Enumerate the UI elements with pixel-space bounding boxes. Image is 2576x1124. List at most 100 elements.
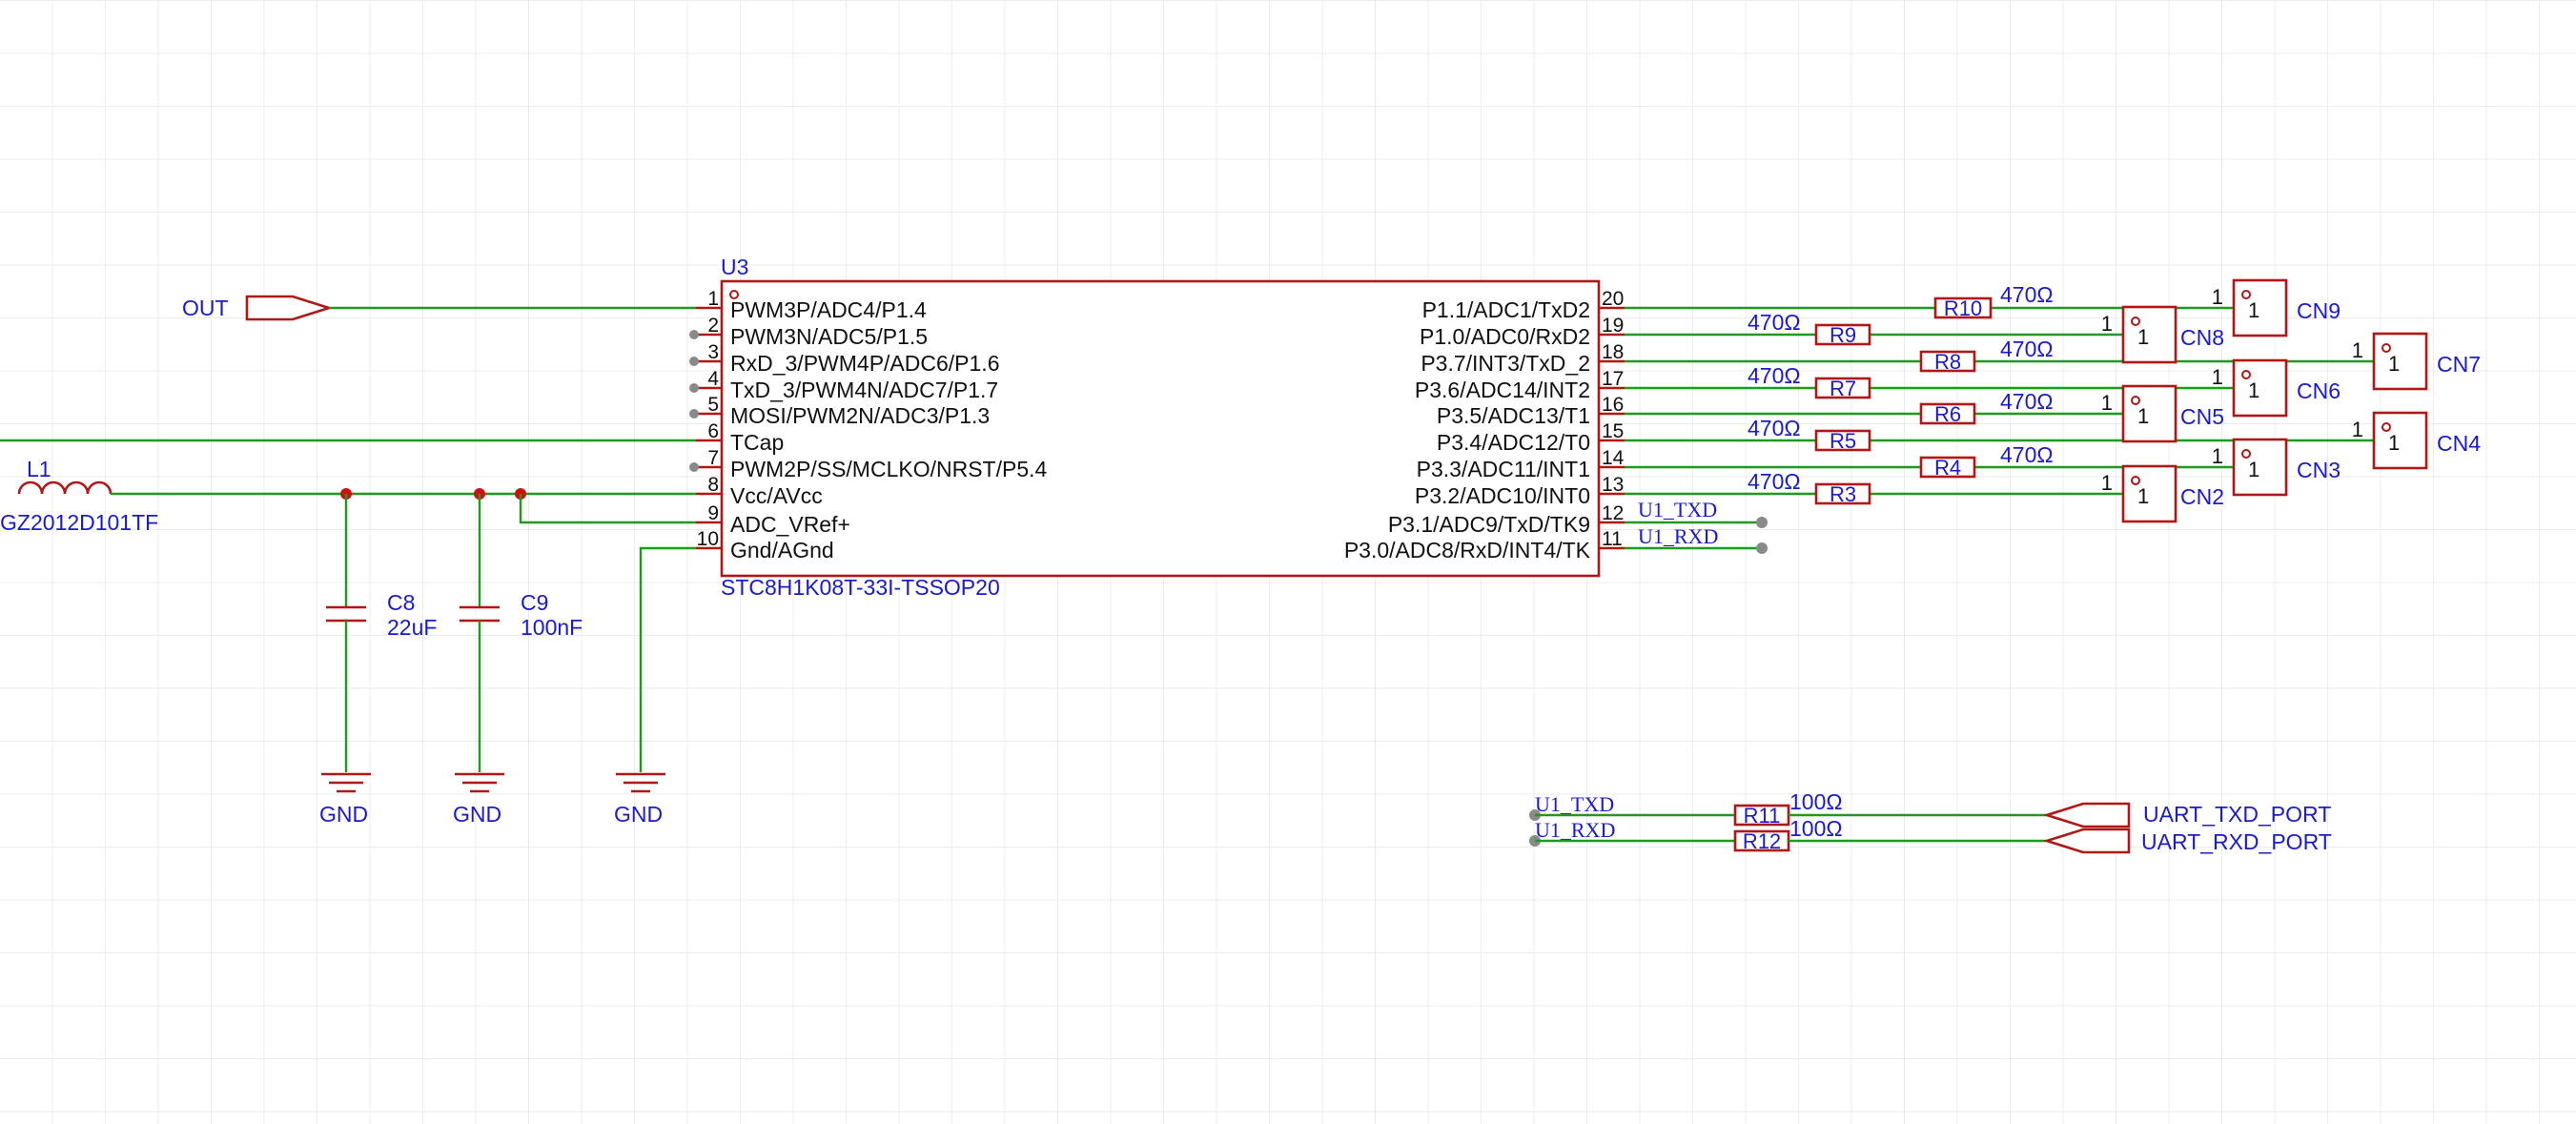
pin-number: 2 [707, 315, 719, 337]
ic-u3[interactable]: U3 STC8H1K08T-33I-TSSOP20 1 PWM3P/ADC4/P… [689, 255, 1625, 600]
connector-body [2232, 358, 2288, 418]
out-port-label: OUT [182, 296, 229, 320]
pin-number: 16 [1602, 394, 1624, 416]
schematic-canvas: OUT L1 GZ2012D101TF C8 22uF C9 100nF GND [0, 0, 2576, 1124]
net-label-rxd: U1_RXD [1535, 818, 1615, 842]
schematic-drawing: OUT L1 GZ2012D101TF C8 22uF C9 100nF GND [0, 255, 2481, 854]
pin-name: PWM3P/ADC4/P1.4 [730, 297, 927, 322]
ic-part: STC8H1K08T-33I-TSSOP20 [721, 575, 1000, 600]
pin-number: 11 [1602, 528, 1623, 550]
resistor-value: 470Ω [2000, 337, 2054, 361]
net-label-txd: U1_TXD [1535, 792, 1614, 816]
connector-pin-label: 1 [2248, 458, 2259, 481]
resistor-value: 470Ω [1748, 310, 1801, 335]
pin-number: 18 [1602, 341, 1624, 363]
no-connect-marker [689, 462, 699, 472]
resistor-r6[interactable]: R6 470Ω [1919, 389, 2054, 426]
pin-number: 19 [1602, 315, 1624, 337]
pin-name: P1.1/ADC1/TxD2 [1422, 297, 1590, 322]
pin-number: 10 [697, 528, 719, 550]
pin-number: 12 [1602, 502, 1624, 524]
resistor-ref: R4 [1934, 456, 1961, 480]
connector-body [2121, 384, 2177, 443]
connector-pin-label: 1 [2137, 325, 2149, 349]
uart-section[interactable]: U1_TXD U1_RXD R11 100Ω R12 100Ω UART_TXD… [1529, 789, 2332, 854]
connector-pin-label: 1 [2388, 352, 2400, 376]
connector-ref: CN9 [2297, 298, 2341, 323]
ic-ref: U3 [721, 255, 748, 279]
pin-number: 7 [707, 447, 719, 469]
capacitor-c8[interactable]: C8 22uF [326, 494, 437, 772]
capacitor-c9[interactable]: C9 100nF [460, 494, 583, 772]
pin-number: 14 [1602, 447, 1625, 469]
resistor-ref: R10 [1944, 296, 1982, 320]
inductor-l1[interactable]: L1 GZ2012D101TF [0, 457, 158, 535]
net-end-marker [1756, 542, 1768, 554]
net-label-rxd: U1_RXD [1638, 524, 1718, 548]
pin-number: 8 [707, 474, 719, 496]
inductor-ref: L1 [27, 457, 51, 481]
connector-body [2232, 438, 2288, 497]
connector-pin-num: 1 [2101, 312, 2113, 336]
net-end-marker [1756, 517, 1768, 528]
resistor-value: 470Ω [2000, 282, 2054, 307]
connector-ref: CN3 [2297, 458, 2341, 482]
pin-name: P3.2/ADC10/INT0 [1415, 483, 1590, 508]
connector-ref: CN2 [2180, 484, 2224, 509]
resistor-r8[interactable]: R8 470Ω [1919, 337, 2054, 374]
connector-ref: CN8 [2180, 325, 2224, 350]
resistor-value: 470Ω [1748, 469, 1801, 494]
resistor-ref: R7 [1830, 377, 1856, 400]
net-label-txd: U1_TXD [1638, 498, 1717, 521]
ic-gnd-wire [639, 546, 696, 772]
c8-ref: C8 [387, 590, 415, 615]
pin-name: ADC_VRef+ [730, 512, 850, 537]
connector-body [2121, 305, 2177, 364]
connector-body [2372, 332, 2428, 391]
uart-rxd-port-symbol [2042, 828, 2131, 854]
connector-pin-label: 1 [2388, 431, 2400, 455]
uart-txd-port-symbol [2042, 802, 2131, 828]
gnd-label: GND [319, 802, 368, 827]
connector-ref: CN5 [2180, 404, 2224, 429]
pin-name: P1.0/ADC0/RxD2 [1420, 324, 1590, 349]
vref-wire [519, 494, 696, 524]
out-port[interactable]: OUT [182, 295, 334, 321]
resistor-r5[interactable]: R5 470Ω [1748, 416, 1871, 453]
gnd-label: GND [614, 802, 663, 827]
resistor-ref: R12 [1743, 829, 1781, 853]
gnd-symbol: GND [614, 772, 665, 827]
connector-pin-num: 1 [2101, 391, 2113, 415]
resistor-value: 470Ω [1748, 416, 1801, 440]
gnd-label: GND [453, 802, 501, 827]
connector-ref: CN7 [2437, 352, 2481, 377]
pin-name: Vcc/AVcc [730, 483, 823, 508]
inductor-part: GZ2012D101TF [0, 510, 158, 535]
connector-pin-num: 1 [2212, 365, 2223, 389]
connector-pin-num: 1 [2101, 471, 2113, 495]
resistor-r3[interactable]: R3 470Ω [1748, 469, 1871, 506]
resistor-ref: R3 [1830, 482, 1856, 506]
connector-pin-num: 1 [2352, 338, 2363, 362]
pin-number: 5 [707, 394, 719, 416]
resistor-r9[interactable]: R9 470Ω [1748, 310, 1871, 347]
connector-ref: CN6 [2297, 378, 2341, 403]
resistor-r10[interactable]: R10 470Ω [1933, 282, 2054, 320]
pin-number: 20 [1602, 288, 1624, 310]
resistor-value: 100Ω [1789, 789, 1843, 814]
gnd-symbol: GND [453, 772, 504, 827]
right-side-wires [1625, 306, 2374, 550]
no-connect-marker [689, 357, 699, 366]
resistor-value: 470Ω [2000, 442, 2054, 467]
resistor-r4[interactable]: R4 470Ω [1919, 442, 2054, 480]
resistor-value: 470Ω [1748, 363, 1801, 388]
resistor-r7[interactable]: R7 470Ω [1748, 363, 1871, 400]
connector-pin-label: 1 [2248, 298, 2259, 322]
resistor-ref: R8 [1934, 350, 1961, 374]
pin-name: TxD_3/PWM4N/ADC7/P1.7 [730, 378, 998, 402]
no-connect-marker [689, 330, 699, 339]
pin-name: P3.0/ADC8/RxD/INT4/TK [1344, 538, 1591, 562]
connector-body [2372, 411, 2428, 470]
connector-ref: CN4 [2437, 431, 2481, 456]
no-connect-marker [689, 383, 699, 393]
